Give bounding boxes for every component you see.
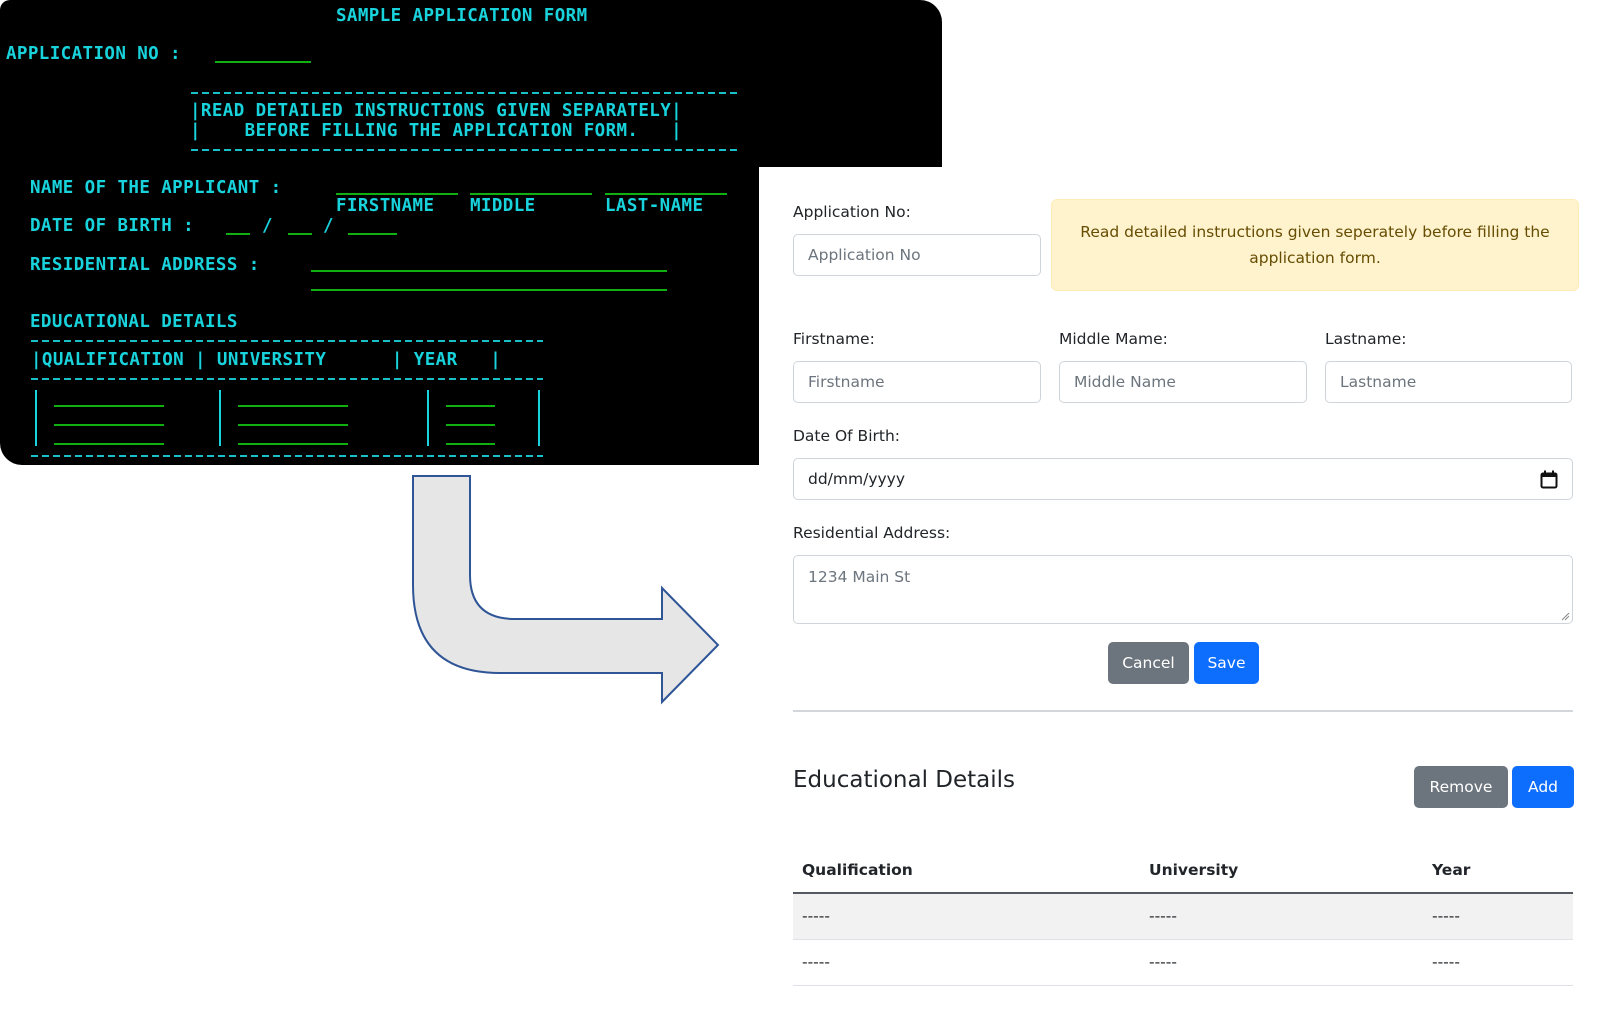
legacy-title: SAMPLE APPLICATION FORM [336, 6, 588, 26]
legacy-dashed-rule [31, 455, 543, 457]
cancel-button[interactable]: Cancel [1108, 642, 1189, 684]
legacy-firstname-caption: FIRSTNAME [336, 196, 435, 216]
lastname-label: Lastname: [1325, 330, 1407, 348]
cell-university: ----- [1140, 939, 1423, 986]
legacy-qualification-blank [54, 443, 164, 445]
middlename-label: Middle Mame: [1059, 330, 1168, 348]
legacy-university-blank [238, 424, 348, 426]
firstname-label: Firstname: [793, 330, 875, 348]
address-label: Residential Address: [793, 524, 951, 542]
dob-display[interactable]: dd/mm/yyyy [808, 470, 905, 488]
legacy-university-blank [238, 405, 348, 407]
legacy-address-blank-2 [311, 289, 667, 291]
legacy-dashed-rule [191, 149, 739, 151]
lastname-input[interactable] [1340, 373, 1557, 391]
remove-education-button[interactable]: Remove [1414, 766, 1508, 808]
table-row[interactable]: ----- ----- ----- [793, 939, 1573, 986]
application-no-input[interactable] [808, 246, 1026, 264]
modern-application-form: Application No: Read detailed instructio… [759, 167, 1606, 1012]
legacy-middle-blank [470, 193, 592, 195]
education-table-header: Qualification University Year [793, 847, 1573, 894]
section-divider [793, 710, 1573, 712]
legacy-education-header: |QUALIFICATION | UNIVERSITY | YEAR | [31, 350, 502, 370]
legacy-dashed-rule [191, 92, 739, 94]
cell-university: ----- [1140, 893, 1423, 940]
legacy-dob-month-blank [288, 233, 312, 235]
legacy-university-blank [238, 443, 348, 445]
legacy-application-no-label: APPLICATION NO : [6, 44, 181, 64]
save-button[interactable]: Save [1194, 642, 1259, 684]
application-no-label: Application No: [793, 203, 911, 221]
middlename-field[interactable] [1059, 361, 1307, 403]
education-table: Qualification University Year ----- ----… [793, 847, 1573, 986]
lastname-field[interactable] [1325, 361, 1572, 403]
calendar-icon[interactable] [1540, 470, 1558, 489]
legacy-table-divider [219, 390, 221, 446]
middlename-input[interactable] [1074, 373, 1292, 391]
firstname-field[interactable] [793, 361, 1041, 403]
column-header-university: University [1140, 847, 1423, 894]
legacy-table-divider [427, 390, 429, 446]
address-textarea[interactable] [808, 568, 1558, 623]
legacy-name-label: NAME OF THE APPLICANT : [30, 178, 282, 198]
legacy-lastname-caption: LAST-NAME [605, 196, 704, 216]
legacy-qualification-blank [54, 405, 164, 407]
legacy-dashed-rule [31, 340, 543, 342]
table-row[interactable]: ----- ----- ----- [793, 893, 1573, 940]
legacy-application-no-blank [215, 61, 311, 63]
legacy-table-divider [35, 390, 37, 446]
resize-grip-icon[interactable] [1560, 611, 1570, 621]
application-no-field[interactable] [793, 234, 1041, 276]
legacy-address-label: RESIDENTIAL ADDRESS : [30, 255, 260, 275]
legacy-dob-separator: / [262, 216, 273, 236]
legacy-lastname-blank [605, 193, 727, 195]
legacy-dob-year-blank [348, 233, 397, 235]
cell-qualification: ----- [793, 893, 1140, 940]
legacy-year-blank [446, 443, 495, 445]
dob-field[interactable]: dd/mm/yyyy [793, 458, 1573, 500]
address-field[interactable] [793, 555, 1573, 624]
legacy-dob-day-blank [226, 233, 250, 235]
cell-year: ----- [1423, 893, 1573, 940]
legacy-qualification-blank [54, 424, 164, 426]
legacy-year-blank [446, 424, 495, 426]
legacy-firstname-blank [336, 193, 458, 195]
column-header-qualification: Qualification [793, 847, 1140, 894]
instructions-alert-text: Read detailed instructions given seperat… [1080, 223, 1550, 267]
legacy-year-blank [446, 405, 495, 407]
column-header-year: Year [1423, 847, 1573, 894]
legacy-education-title: EDUCATIONAL DETAILS [30, 312, 238, 332]
legacy-dob-separator: / [323, 216, 334, 236]
cell-qualification: ----- [793, 939, 1140, 986]
legacy-table-divider [538, 390, 540, 446]
add-education-button[interactable]: Add [1512, 766, 1574, 808]
educational-details-title: Educational Details [793, 767, 1016, 793]
dob-label: Date Of Birth: [793, 427, 900, 445]
legacy-address-blank-1 [311, 270, 667, 272]
instructions-alert: Read detailed instructions given seperat… [1051, 199, 1579, 291]
legacy-instructions-line1: |READ DETAILED INSTRUCTIONS GIVEN SEPARA… [190, 101, 683, 121]
legacy-middle-caption: MIDDLE [470, 196, 536, 216]
legacy-instructions-line2: | BEFORE FILLING THE APPLICATION FORM. | [190, 121, 683, 141]
legacy-dashed-rule [31, 378, 543, 380]
firstname-input[interactable] [808, 373, 1026, 391]
curved-arrow-right-icon [412, 475, 720, 705]
cell-year: ----- [1423, 939, 1573, 986]
legacy-dob-label: DATE OF BIRTH : [30, 216, 195, 236]
